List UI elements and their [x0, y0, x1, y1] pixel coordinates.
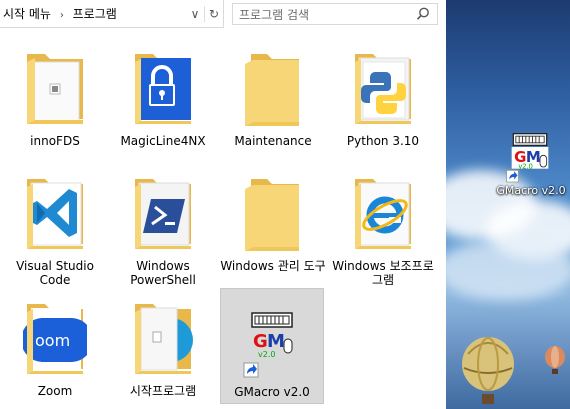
item-label: Windows 보조프로그램 — [332, 259, 434, 287]
item-label: Maintenance — [234, 134, 312, 148]
folder-item-startup[interactable]: 시작프로그램 — [108, 290, 218, 408]
folder-item-python[interactable]: Python 3.10 — [328, 40, 438, 158]
svg-text:G: G — [253, 331, 268, 352]
gmacro-shortcut-icon: G M v2.0 — [242, 309, 302, 381]
item-label: innoFDS — [30, 134, 80, 148]
folder-item-vscode[interactable]: Visual Studio Code — [0, 165, 110, 287]
desktop-background: G M v2.0 GMacro v2.0 — [446, 0, 570, 409]
svg-text:v2.0: v2.0 — [258, 350, 275, 359]
folder-powershell-icon — [131, 169, 195, 257]
folder-item-maintenance[interactable]: Maintenance — [218, 40, 328, 158]
item-label: Windows PowerShell — [130, 259, 196, 287]
item-label: MagicLine4NX — [120, 134, 206, 148]
balloon-illustration — [545, 346, 565, 374]
item-label: 시작프로그램 — [129, 384, 197, 398]
folder-innofds-icon — [23, 44, 87, 132]
cloud — [446, 240, 570, 300]
balloon-illustration — [462, 337, 514, 404]
folder-item-accessories[interactable]: Windows 보조프로그램 — [328, 165, 438, 287]
svg-text:oom: oom — [35, 331, 70, 350]
shortcut-item-gmacro[interactable]: G M v2.0 GMacro v2.0 — [220, 288, 324, 404]
chevron-right-icon: › — [59, 10, 64, 21]
folder-icon — [241, 169, 305, 257]
search-icon[interactable] — [415, 6, 431, 22]
folder-zoom-icon: oom — [21, 294, 93, 382]
breadcrumb-start-menu[interactable]: 시작 메뉴 — [0, 7, 54, 21]
folder-item-admin-tools[interactable]: Windows 관리 도구 — [218, 165, 328, 283]
gmacro-shortcut-icon: G M v2.0 — [505, 130, 555, 184]
folder-ie-icon — [351, 169, 415, 257]
folder-icon — [241, 44, 305, 132]
folder-startup-icon — [131, 294, 195, 382]
folder-magicline-icon — [131, 44, 195, 132]
folder-item-magicline4nx[interactable]: MagicLine4NX — [108, 40, 218, 158]
folder-item-innofds[interactable]: innoFDS — [0, 40, 110, 158]
address-bar[interactable]: 시작 메뉴 › 프로그램 ∨ ↻ — [0, 0, 224, 28]
explorer-window: 시작 메뉴 › 프로그램 ∨ ↻ 프로그램 검색 innoFDS MagicLi… — [0, 0, 446, 409]
refresh-icon[interactable]: ↻ — [205, 4, 223, 24]
folder-item-zoom[interactable]: oom Zoom — [0, 290, 110, 408]
item-label: Python 3.10 — [346, 134, 420, 148]
item-label: Visual Studio Code — [16, 259, 94, 287]
svg-text:v2.0: v2.0 — [518, 163, 533, 171]
item-label: Windows 관리 도구 — [220, 259, 326, 273]
item-label: GMacro v2.0 — [234, 385, 310, 399]
svg-text:M: M — [267, 331, 285, 352]
breadcrumb: 시작 메뉴 › 프로그램 — [0, 5, 120, 22]
chevron-down-icon[interactable]: ∨ — [186, 4, 204, 24]
address-actions: ∨ ↻ — [186, 0, 223, 27]
folder-vscode-icon — [23, 169, 87, 257]
search-input[interactable]: 프로그램 검색 — [232, 3, 438, 25]
item-label: Zoom — [37, 384, 73, 398]
folder-item-powershell[interactable]: Windows PowerShell — [108, 165, 218, 287]
folder-python-icon — [351, 44, 415, 132]
breadcrumb-programs[interactable]: 프로그램 — [70, 7, 120, 21]
desktop-shortcut-label: GMacro v2.0 — [496, 184, 566, 197]
search-placeholder: 프로그램 검색 — [239, 7, 310, 22]
desktop-shortcut-gmacro[interactable]: G M v2.0 GMacro v2.0 — [493, 130, 569, 202]
